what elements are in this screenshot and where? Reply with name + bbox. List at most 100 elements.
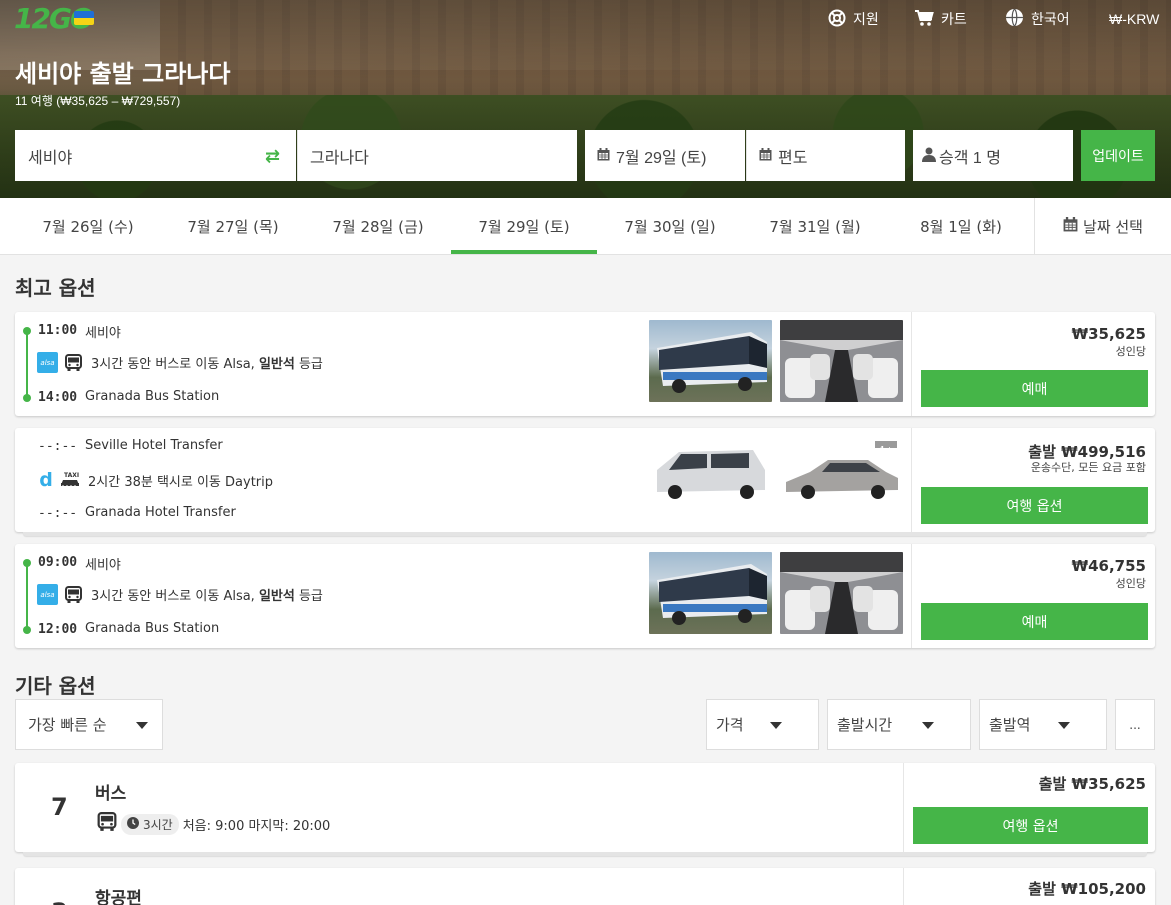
departure-station-filter[interactable]: 출발역	[979, 699, 1107, 750]
book-button[interactable]: 예매	[921, 370, 1148, 407]
date-tab[interactable]: 7월 30일 (일)	[597, 198, 743, 254]
nav-language[interactable]: 한국어	[1005, 8, 1070, 30]
departure-time-filter-label: 출발시간	[837, 716, 893, 734]
trip-card[interactable]: --:-- Seville Hotel Transfer d TAXI 2시간 …	[15, 428, 1155, 536]
passengers-select[interactable]: 승객 1 명	[913, 130, 1073, 181]
date-tab[interactable]: 7월 27일 (목)	[160, 198, 306, 254]
calendar-icon	[597, 147, 610, 164]
departure-station-filter-label: 출발역	[989, 716, 1031, 734]
date-tab[interactable]: 7월 26일 (수)	[15, 198, 161, 254]
globe-icon	[1005, 8, 1024, 30]
best-options-heading: 최고 옵션	[15, 276, 96, 300]
nav-support-label: 지원	[853, 11, 879, 27]
date-picker-value: 7월 29일 (토)	[616, 149, 707, 167]
transport-group-card[interactable]: 3 항공편 출발 ₩105,200	[15, 868, 1155, 905]
route-description: 3시간 동안 버스로 이동 Alsa, 일반석 등급	[91, 357, 323, 372]
sort-select-value: 가장 빠른 순	[28, 716, 107, 734]
duration-value: 3시간	[143, 817, 173, 832]
transport-group-card[interactable]: 7 버스 3시간 처음: 9:00 마지막: 20:00 출발 ₩35,625 …	[15, 763, 1155, 856]
departure-time: 11:00	[38, 323, 78, 338]
cart-icon	[914, 9, 934, 30]
bus-interior-photo[interactable]	[780, 320, 903, 402]
trip-card[interactable]: 11:00 세비야 alsa 3시간 동안 버스로 이동 Alsa, 일반석 등…	[15, 312, 1155, 416]
bus-icon	[63, 585, 83, 605]
price: 출발 ₩105,200	[1028, 880, 1146, 898]
trip-count: 7	[51, 793, 68, 821]
price-note: 운송수단, 모든 요금 포함	[1030, 461, 1146, 474]
price-note: 성인당	[1115, 577, 1146, 590]
arrival-time: --:--	[38, 506, 78, 521]
return-picker[interactable]: 편도	[746, 130, 905, 181]
person-icon	[922, 147, 936, 165]
from-input[interactable]: 세비야	[15, 130, 296, 181]
bus-photo[interactable]	[649, 552, 772, 634]
alsa-logo-icon: alsa	[37, 352, 58, 373]
price-filter-label: 가격	[716, 716, 744, 734]
route-description: 3시간 동안 버스로 이동 Alsa, 일반석 등급	[91, 589, 323, 604]
trip-options-button[interactable]: 여행 옵션	[921, 487, 1148, 524]
top-bar: 12GO 지원 카트 한국어 ₩-KRW	[0, 0, 1171, 38]
van-photo[interactable]	[649, 440, 772, 522]
price-filter[interactable]: 가격	[706, 699, 819, 750]
bus-icon	[97, 812, 117, 836]
nav-cart[interactable]: 카트	[914, 8, 967, 30]
trip-options-button[interactable]: 여행 옵션	[913, 807, 1148, 844]
date-tab[interactable]: 7월 28일 (금)	[305, 198, 451, 254]
date-tab-active[interactable]: 7월 29일 (토)	[451, 198, 597, 254]
nav-support[interactable]: 지원	[828, 8, 879, 30]
departure-time-filter[interactable]: 출발시간	[827, 699, 971, 750]
arrival-place: Granada Hotel Transfer	[85, 505, 236, 520]
chevron-down-icon	[922, 722, 934, 729]
chevron-down-icon	[770, 722, 782, 729]
price-note: 성인당	[1115, 345, 1146, 358]
bus-interior-photo[interactable]	[780, 552, 903, 634]
page-subtitle: 11 여행 (₩35,625 – ₩729,557)	[15, 94, 181, 108]
other-options-heading: 기타 옵션	[15, 674, 96, 698]
to-input-value: 그라나다	[310, 149, 369, 167]
departure-time: 09:00	[38, 555, 78, 570]
calendar-icon	[759, 147, 772, 164]
duration-badge: 3시간	[121, 813, 179, 835]
date-tab[interactable]: 7월 31일 (월)	[742, 198, 888, 254]
car-photo[interactable]	[780, 448, 903, 508]
price: ₩35,625	[1071, 325, 1146, 343]
return-picker-value: 편도	[778, 149, 808, 167]
clock-icon	[127, 816, 139, 832]
sort-select[interactable]: 가장 빠른 순	[15, 699, 163, 750]
departure-place: Seville Hotel Transfer	[85, 438, 223, 453]
date-select-label: 날짜 선택	[1083, 217, 1143, 236]
transport-type-title: 항공편	[95, 889, 142, 905]
daytrip-logo-icon: d	[39, 469, 53, 491]
first-last-times: 처음: 9:00 마지막: 20:00	[182, 818, 331, 834]
date-select-button[interactable]: 날짜 선택	[1034, 198, 1171, 254]
nav-currency[interactable]: ₩-KRW	[1109, 8, 1159, 30]
more-filters-button[interactable]: ...	[1115, 699, 1155, 750]
arrival-place: Granada Bus Station	[85, 389, 220, 404]
date-tabs: 7월 26일 (수) 7월 27일 (목) 7월 28일 (금) 7월 29일 …	[0, 198, 1171, 255]
arrival-time: 14:00	[38, 390, 78, 405]
book-button[interactable]: 예매	[921, 603, 1148, 640]
svg-text:TAXI: TAXI	[64, 472, 79, 479]
date-picker[interactable]: 7월 29일 (토)	[585, 130, 745, 181]
departure-place: 세비야	[85, 326, 121, 341]
from-input-value: 세비야	[28, 149, 73, 167]
update-button[interactable]: 업데이트	[1081, 130, 1155, 181]
arrival-place: Granada Bus Station	[85, 621, 220, 636]
to-input[interactable]: 그라나다	[297, 130, 577, 181]
chevron-down-icon	[136, 722, 148, 729]
alsa-logo-icon: alsa	[37, 584, 58, 605]
nav-cart-label: 카트	[941, 11, 967, 27]
departure-time: --:--	[38, 439, 78, 454]
route-description: 2시간 38분 택시로 이동 Daytrip	[88, 474, 273, 490]
price: ₩46,755	[1071, 557, 1146, 575]
arrival-time: 12:00	[38, 622, 78, 637]
swap-icon[interactable]: ⇄	[265, 146, 280, 167]
bus-photo[interactable]	[649, 320, 772, 402]
passengers-value: 승객 1 명	[939, 149, 1001, 167]
page-title: 세비야 출발 그라나다	[15, 60, 231, 88]
trip-card[interactable]: 09:00 세비야 alsa 3시간 동안 버스로 이동 Alsa, 일반석 등…	[15, 544, 1155, 648]
chevron-down-icon	[1058, 722, 1070, 729]
date-tab[interactable]: 8월 1일 (화)	[888, 198, 1034, 254]
trip-count: 3	[51, 898, 68, 905]
ukraine-flag-icon	[74, 11, 94, 25]
